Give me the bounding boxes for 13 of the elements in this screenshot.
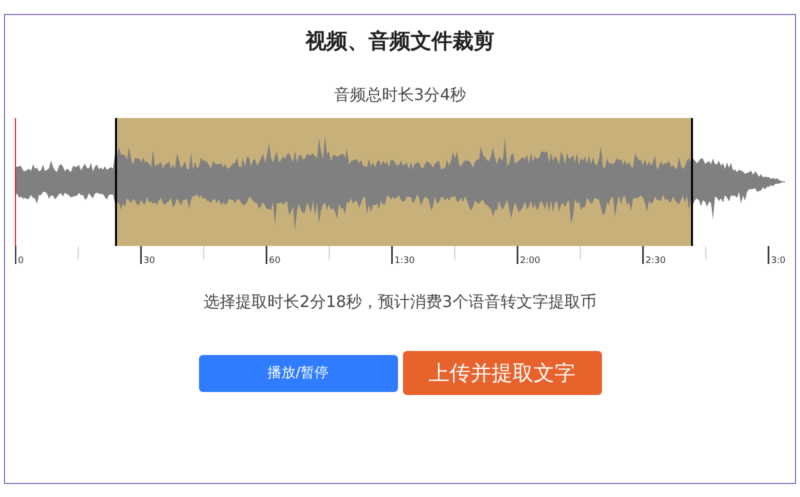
duration-text: 音频总时长3分4秒 [334, 85, 466, 106]
tick-label: 30 [142, 256, 155, 266]
tick-label: 3:0 [770, 256, 786, 266]
tick-label: 2:30 [644, 256, 666, 266]
tick-label: 1:30 [394, 256, 415, 266]
waveform-drawing[interactable] [15, 118, 785, 246]
tick-label: 2:00 [519, 256, 540, 266]
page-title: 视频、音频文件裁剪 [306, 28, 494, 55]
tick-label: 60 [268, 256, 280, 266]
selection-info: 选择提取时长2分18秒，预计消费3个语音转文字提取币 [204, 292, 596, 313]
play-pause-button[interactable]: 播放/暂停 [198, 354, 398, 392]
upload-button[interactable]: 上传并提取文字 [402, 351, 602, 395]
tick-label: 0 [17, 256, 24, 266]
